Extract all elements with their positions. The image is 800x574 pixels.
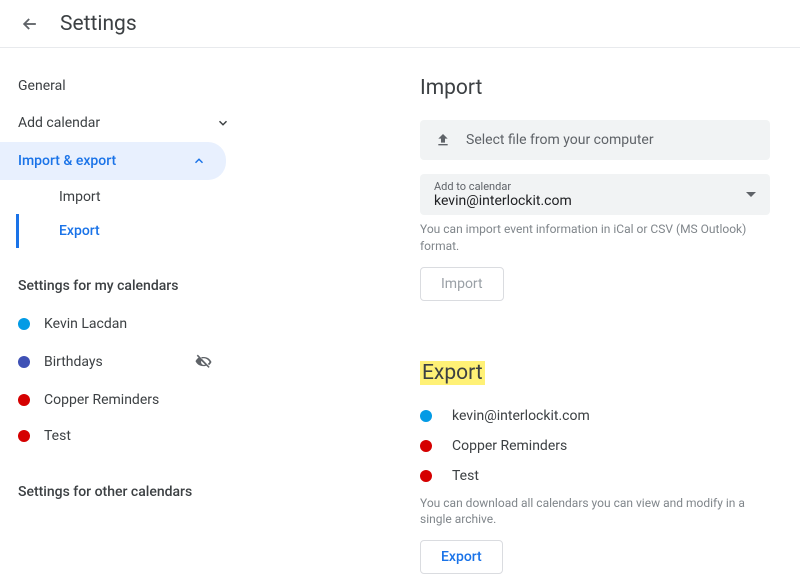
- main-content: Import Select file from your computer Ad…: [250, 48, 800, 538]
- sidebar-calendar-item[interactable]: Test: [0, 418, 250, 454]
- calendar-color-dot: [18, 318, 30, 330]
- calendar-color-dot: [18, 430, 30, 442]
- export-calendar-list: kevin@interlockit.com Copper Reminders T…: [420, 401, 770, 491]
- calendar-label: Kevin Lacdan: [44, 316, 127, 332]
- calendar-label: Copper Reminders: [44, 392, 159, 408]
- page-title: Settings: [60, 12, 137, 36]
- sidebar-item-add-calendar[interactable]: Add calendar: [0, 104, 250, 142]
- sidebar-item-label: Import & export: [18, 153, 116, 169]
- export-calendar-item: kevin@interlockit.com: [420, 401, 770, 431]
- import-section-title: Import: [420, 76, 770, 100]
- calendar-color-dot: [420, 440, 432, 452]
- sidebar-calendar-item[interactable]: Birthdays: [0, 342, 250, 382]
- chevron-up-icon: [190, 152, 208, 170]
- upload-icon: [434, 131, 452, 149]
- export-helper-text: You can download all calendars you can v…: [420, 495, 770, 529]
- select-value: kevin@interlockit.com: [434, 193, 746, 209]
- calendar-color-dot: [420, 470, 432, 482]
- calendar-label: Birthdays: [44, 354, 103, 370]
- back-arrow-icon[interactable]: [18, 12, 42, 36]
- sidebar-item-label: General: [18, 78, 66, 94]
- calendar-label: kevin@interlockit.com: [452, 408, 590, 424]
- calendar-color-dot: [18, 394, 30, 406]
- calendar-label: Copper Reminders: [452, 438, 567, 454]
- sidebar-section-other-calendars: Settings for other calendars: [0, 484, 250, 500]
- sidebar-item-import-export[interactable]: Import & export: [0, 142, 226, 180]
- export-calendar-item: Copper Reminders: [420, 431, 770, 461]
- settings-sidebar: General Add calendar Import & export Imp…: [0, 48, 250, 538]
- select-file-button[interactable]: Select file from your computer: [420, 120, 770, 160]
- sidebar-item-label: Add calendar: [18, 115, 100, 131]
- export-button[interactable]: Export: [420, 540, 503, 574]
- sidebar-calendar-item[interactable]: Copper Reminders: [0, 382, 250, 418]
- sidebar-calendar-item[interactable]: Kevin Lacdan: [0, 306, 250, 342]
- select-file-label: Select file from your computer: [466, 132, 654, 148]
- import-button[interactable]: Import: [420, 267, 504, 301]
- select-label: Add to calendar: [434, 180, 746, 193]
- sidebar-section-my-calendars: Settings for my calendars: [0, 278, 250, 294]
- sidebar-item-general[interactable]: General: [0, 68, 250, 104]
- add-to-calendar-select[interactable]: Add to calendar kevin@interlockit.com: [420, 174, 770, 215]
- sidebar-sub-export[interactable]: Export: [16, 214, 250, 248]
- visibility-off-icon: [194, 352, 214, 372]
- import-helper-text: You can import event information in iCal…: [420, 221, 770, 255]
- calendar-label: Test: [452, 468, 479, 484]
- export-section-title: Export: [420, 361, 770, 385]
- sidebar-sub-import[interactable]: Import: [16, 180, 250, 214]
- calendar-label: Test: [44, 428, 71, 444]
- dropdown-arrow-icon: [746, 192, 756, 197]
- calendar-color-dot: [18, 356, 30, 368]
- chevron-down-icon: [214, 114, 232, 132]
- export-calendar-item: Test: [420, 461, 770, 491]
- settings-header: Settings: [0, 0, 800, 48]
- calendar-color-dot: [420, 410, 432, 422]
